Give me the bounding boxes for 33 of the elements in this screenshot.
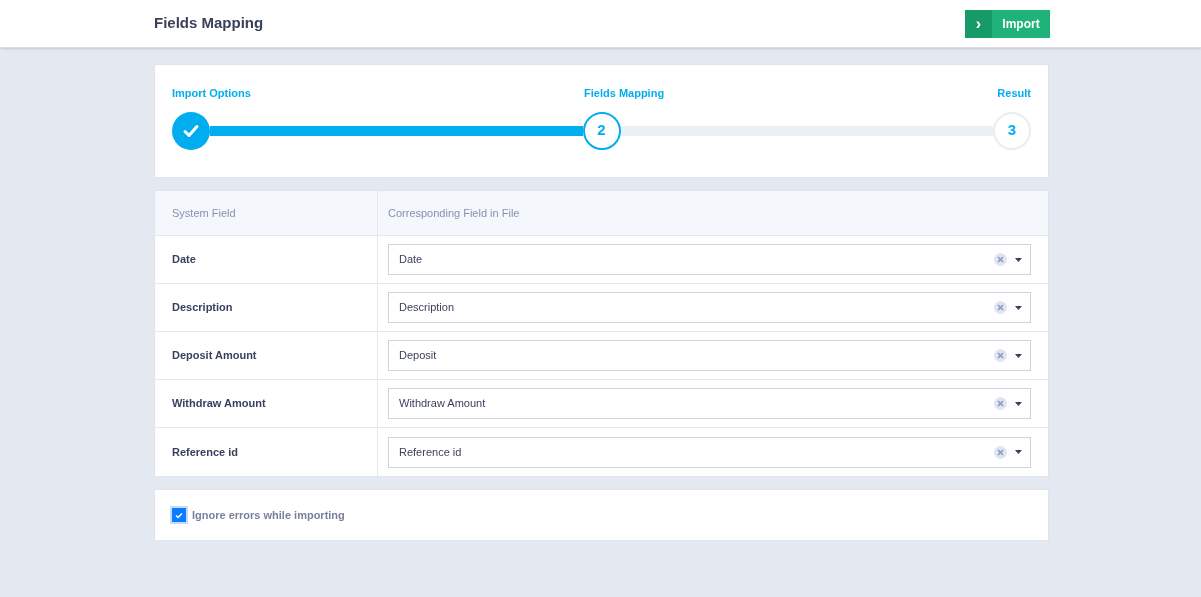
field-name: Date <box>172 252 196 268</box>
column-header: Corresponding Field in File <box>387 205 521 221</box>
check-icon <box>175 511 183 519</box>
field-name: Reference id <box>172 444 239 460</box>
clear-icon[interactable] <box>994 397 1007 410</box>
step-label: Import Options <box>172 86 251 101</box>
field-name: Description <box>172 300 233 316</box>
field-select[interactable]: Description <box>388 292 1031 323</box>
caret-icon[interactable] <box>1015 450 1022 454</box>
step-number: 3 <box>993 111 1031 150</box>
step-label: Fields Mapping <box>584 86 665 101</box>
clear-icon[interactable] <box>994 445 1007 459</box>
caret-icon[interactable] <box>1015 257 1022 262</box>
field-select[interactable]: Reference id <box>388 436 1031 468</box>
checkbox-label: Ignore errors while importing <box>192 507 345 523</box>
caret-icon[interactable] <box>1015 305 1022 310</box>
step-number: 2 <box>582 111 621 150</box>
field-select[interactable]: Deposit <box>388 340 1031 371</box>
caret-icon[interactable] <box>1015 401 1022 406</box>
field-name: Withdraw Amount <box>172 396 266 412</box>
column-header: System Field <box>155 191 378 235</box>
clear-icon[interactable] <box>994 253 1007 266</box>
field-select[interactable]: Date <box>388 244 1031 275</box>
caret-icon[interactable] <box>1015 353 1022 358</box>
field-select[interactable]: Withdraw Amount <box>388 388 1031 419</box>
chevron-icon: › <box>965 9 992 38</box>
checkbox[interactable] <box>172 508 186 522</box>
page-title: Fields Mapping <box>154 13 264 34</box>
import-button[interactable]: › Import <box>965 9 1050 38</box>
step-label: Result <box>997 86 1031 101</box>
clear-icon[interactable] <box>994 301 1007 314</box>
clear-icon[interactable] <box>994 349 1007 362</box>
field-name: Deposit Amount <box>172 348 257 364</box>
